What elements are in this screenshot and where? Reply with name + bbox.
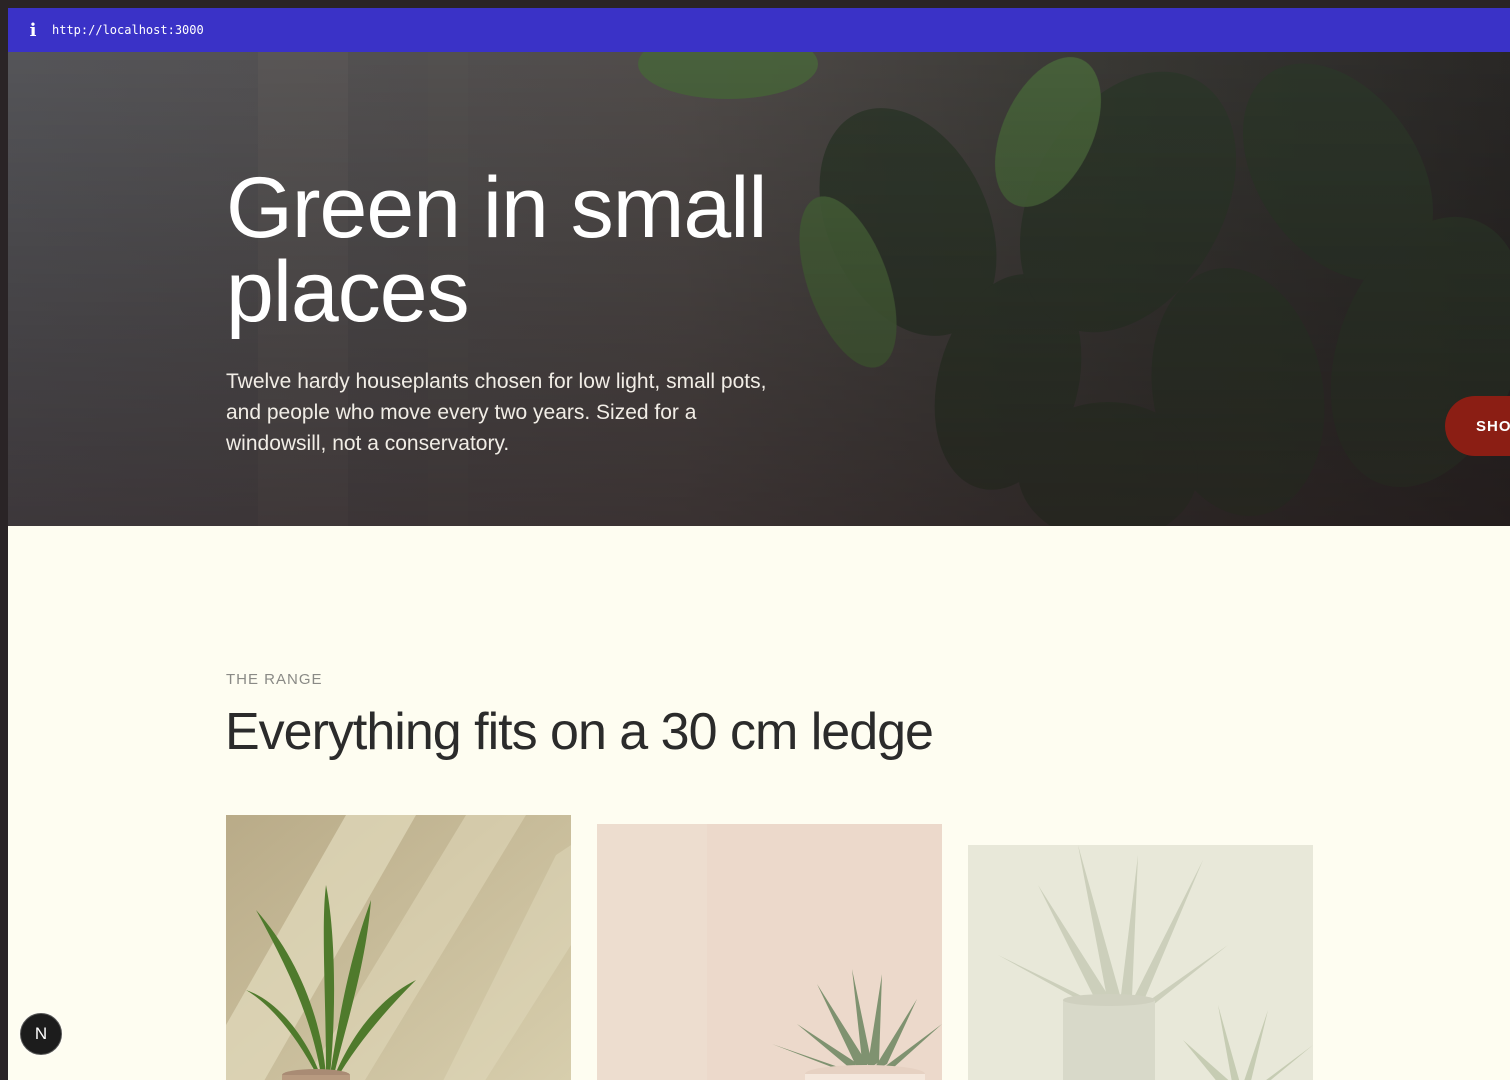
section-eyebrow: THE RANGE — [226, 671, 323, 688]
hero-title: Green in small places — [226, 160, 767, 340]
section-title: Everything fits on a 30 cm ledge — [225, 703, 934, 761]
product-card-image[interactable] — [968, 845, 1313, 1080]
info-icon[interactable]: i — [26, 20, 40, 41]
url-bar[interactable]: i http://localhost:3000 — [8, 8, 1510, 52]
url-text[interactable]: http://localhost:3000 — [52, 23, 204, 37]
shop-button[interactable]: SHOP — [1445, 396, 1510, 456]
hero-subtitle: Twelve hardy houseplants chosen for low … — [226, 370, 767, 455]
hero-section: Green in small places Twelve hardy house… — [8, 52, 1510, 526]
nextjs-dev-indicator-button[interactable]: N — [20, 1013, 62, 1055]
product-card-image[interactable] — [226, 815, 571, 1080]
product-card-image[interactable] — [597, 824, 942, 1080]
browser-window: i http://localhost:3000 Green in small p… — [8, 8, 1510, 1080]
